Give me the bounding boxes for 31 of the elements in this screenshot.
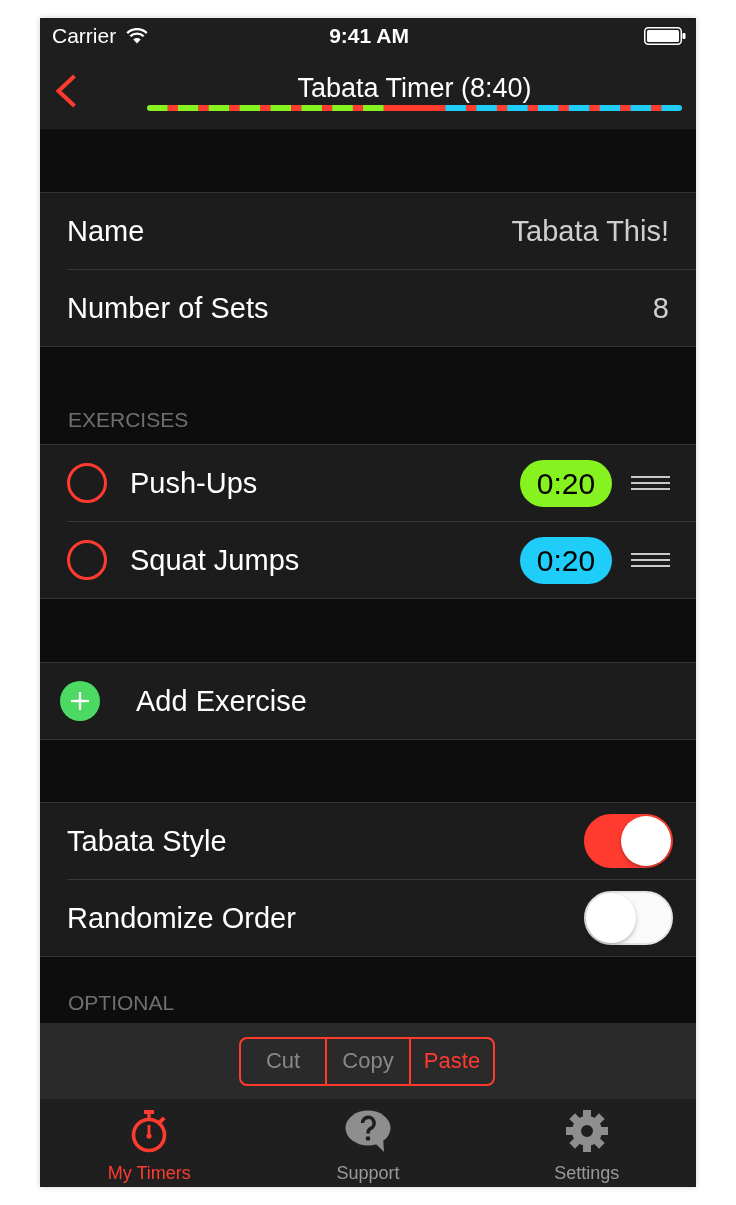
toggle-switch[interactable]	[584, 814, 673, 868]
reorder-icon[interactable]	[631, 553, 670, 567]
tab-item[interactable]: My Timers	[107, 1099, 191, 1187]
row-label[interactable]: Name	[67, 214, 145, 248]
battery-icon	[644, 26, 686, 45]
row-label[interactable]: Number of Sets	[67, 291, 269, 325]
exercise-name[interactable]: Push-Ups	[130, 466, 520, 500]
settings-icon	[564, 1109, 609, 1153]
carrier-text: Carrier	[52, 23, 117, 48]
section-header: OPTIONAL	[68, 991, 175, 1015]
nav-title: Tabata Timer (8:40)	[297, 72, 532, 104]
help-bubble-icon	[345, 1109, 391, 1153]
row-label: Tabata Style	[67, 824, 227, 858]
section-header: EXERCISES	[68, 408, 189, 432]
back-icon[interactable]	[55, 74, 77, 108]
select-circle[interactable]	[67, 463, 107, 503]
duration-badge[interactable]: 0:20	[520, 536, 612, 584]
reorder-icon[interactable]	[631, 476, 670, 490]
exercise-name[interactable]: Squat Jumps	[130, 543, 520, 577]
duration-badge[interactable]: 0:20	[520, 459, 612, 507]
tab-item[interactable]: Support	[336, 1099, 400, 1187]
wifi-icon	[126, 27, 149, 44]
select-circle[interactable]	[67, 540, 107, 580]
add-exercise-label[interactable]: Add Exercise	[136, 684, 307, 718]
row-value[interactable]: Tabata This!	[511, 214, 669, 248]
segment-button[interactable]: Paste	[409, 1038, 493, 1084]
row-label: Randomize Order	[67, 901, 296, 935]
row-value[interactable]: 8	[652, 291, 669, 325]
tab-item[interactable]: Settings	[554, 1099, 620, 1187]
clock-time: 9:41 AM	[329, 23, 409, 48]
add-icon[interactable]	[60, 681, 100, 721]
